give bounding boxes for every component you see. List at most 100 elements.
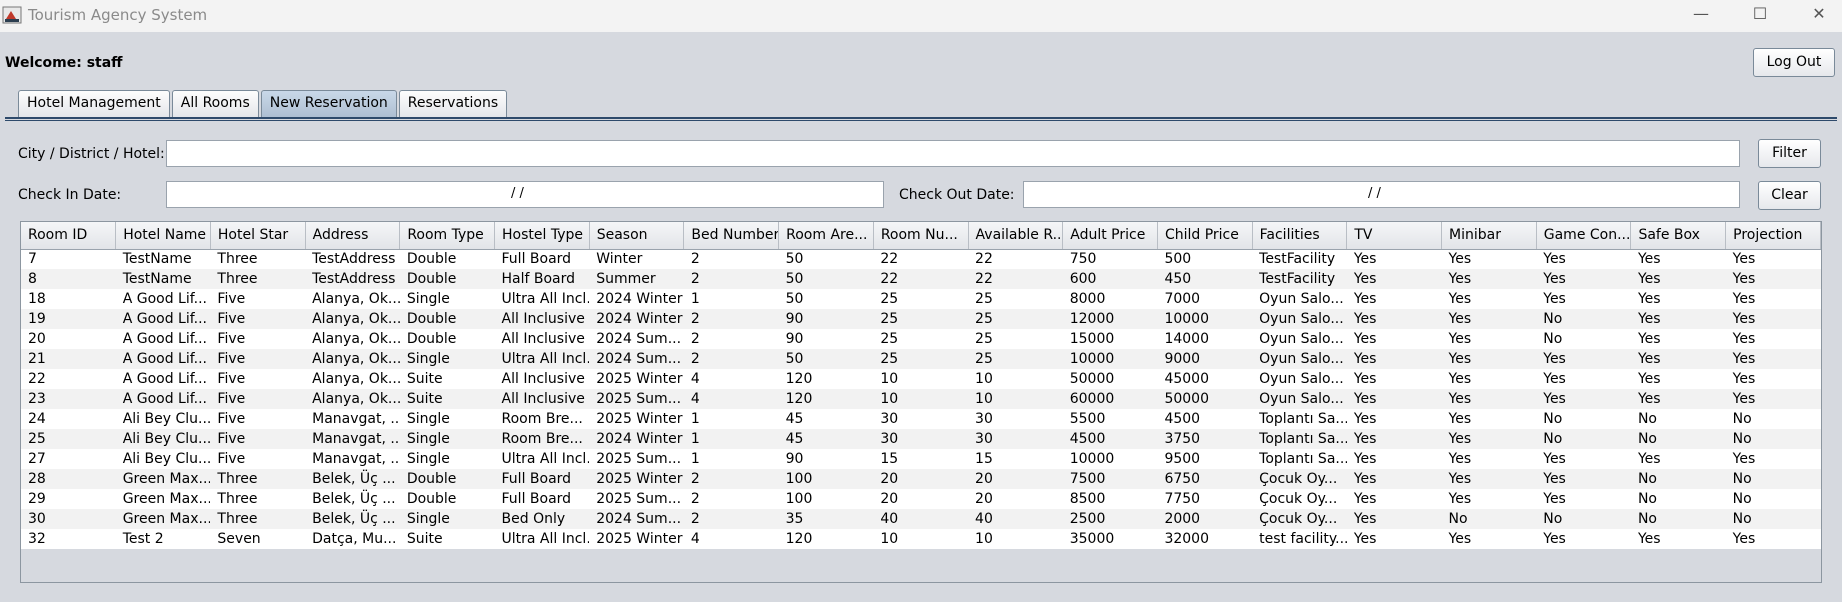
table-row[interactable]: 25 Ali Bey Clu... Five Manavgat, ... Single R…	[21, 429, 1821, 449]
column-header[interactable]: Address	[305, 222, 401, 250]
tab-new-reservation[interactable]: New Reservation	[260, 90, 397, 117]
table-cell: 22	[880, 251, 899, 268]
table-row[interactable]: 30 Green Max... Three Belek, Üç ... Single Be…	[21, 509, 1821, 529]
table-cell: 30	[880, 411, 899, 427]
tab-all-rooms[interactable]: All Rooms	[171, 90, 259, 117]
table-row[interactable]: 7 TestName Three TestAddress Double Full Boar…	[21, 249, 1821, 269]
table-cell: Yes	[1448, 531, 1472, 547]
table-cell: Yes	[1353, 391, 1377, 407]
close-button[interactable]: ✕	[1790, 0, 1842, 30]
table-cell: 7	[28, 251, 37, 268]
table-row[interactable]: 27 Ali Bey Clu... Five Manavgat, ... Single U…	[21, 449, 1821, 469]
table-cell: Çocuk Oy...	[1259, 511, 1338, 527]
checkout-label: Check Out Date:	[899, 187, 1015, 203]
column-header[interactable]: Available R...	[968, 222, 1064, 250]
table-row[interactable]: 21 A Good Lif... Five Alanya, Ok... Single Ul…	[21, 349, 1821, 369]
table-cell: Oyun Salo...	[1259, 291, 1344, 307]
filter-button[interactable]: Filter	[1758, 139, 1821, 168]
table-cell: Ali Bey Clu...	[122, 431, 211, 447]
table-cell: 90	[785, 451, 804, 467]
table-cell: Three	[217, 511, 258, 527]
table-cell: 450	[1164, 271, 1192, 287]
table-cell: Yes	[1353, 271, 1377, 287]
column-header[interactable]: Room Nu...	[873, 222, 969, 250]
table-cell: Yes	[1637, 531, 1661, 547]
table-row[interactable]: 23 A Good Lif... Five Alanya, Ok... Suite All…	[21, 389, 1821, 409]
table-cell: 2024 Winter	[596, 291, 683, 307]
rooms-table[interactable]: Room ID Hotel Name Hotel Star Address Room T…	[20, 221, 1822, 583]
table-cell: Yes	[1448, 291, 1472, 307]
table-cell: 9000	[1164, 351, 1201, 367]
table-cell: A Good Lif...	[122, 291, 207, 307]
column-header[interactable]: Projection	[1725, 222, 1821, 250]
table-cell: 50000	[1069, 371, 1115, 387]
table-cell: 10	[880, 531, 899, 547]
table-row[interactable]: 32 Test 2 Seven Datça, Mu... Suite Ultra All …	[21, 529, 1821, 549]
table-cell: Yes	[1353, 311, 1377, 327]
table-cell: No	[1732, 491, 1752, 507]
column-header[interactable]: Game Con...	[1536, 222, 1632, 250]
column-header[interactable]: Room Are...	[778, 222, 874, 250]
search-input[interactable]	[166, 140, 1740, 167]
column-header[interactable]: Facilities	[1252, 222, 1348, 250]
table-cell: Double	[406, 491, 457, 507]
welcome-label: Welcome: staff	[5, 55, 123, 71]
table-cell: Yes	[1543, 391, 1566, 407]
table-cell: No	[1543, 511, 1563, 527]
table-row[interactable]: 29 Green Max... Three Belek, Üç ... Double Fu…	[21, 489, 1821, 509]
table-cell: 25	[880, 351, 899, 367]
table-cell: No	[1543, 431, 1563, 447]
table-cell: 22	[975, 271, 993, 287]
table-cell: Ali Bey Clu...	[122, 411, 211, 427]
table-cell: 1	[690, 431, 700, 447]
column-header[interactable]: Room ID	[21, 222, 117, 250]
table-cell: 2	[690, 251, 700, 268]
table-cell: test facility...	[1259, 531, 1347, 547]
table-cell: Five	[217, 371, 246, 387]
table-cell: 2000	[1164, 511, 1201, 527]
table-cell: Yes	[1543, 371, 1566, 387]
table-row[interactable]: 22 A Good Lif... Five Alanya, Ok... Suite All…	[21, 369, 1821, 389]
maximize-button[interactable]: ☐	[1731, 0, 1789, 30]
column-header[interactable]: Hostel Type	[494, 222, 590, 250]
column-header[interactable]: Minibar	[1441, 222, 1537, 250]
table-row[interactable]: 18 A Good Lif... Five Alanya, Ok... Single Ul…	[21, 289, 1821, 309]
tab-reservations[interactable]: Reservations	[398, 90, 508, 117]
table-cell: 35	[785, 511, 804, 527]
column-header[interactable]: Hotel Name	[115, 222, 211, 250]
column-header[interactable]: Bed Number	[683, 222, 780, 250]
column-header[interactable]: Room Type	[399, 222, 496, 250]
column-header[interactable]: Hotel Star	[210, 222, 306, 250]
checkout-date-field[interactable]: / /	[1023, 181, 1740, 208]
column-header[interactable]: TV	[1346, 222, 1443, 250]
table-cell: 10	[880, 371, 899, 387]
minimize-button[interactable]: —	[1672, 0, 1730, 30]
table-cell: 2025 Winter	[596, 531, 683, 547]
minimize-icon: —	[1693, 4, 1709, 23]
table-row[interactable]: 8 TestName Three TestAddress Double Half Boar…	[21, 269, 1821, 289]
clear-button[interactable]: Clear	[1758, 181, 1821, 210]
table-row[interactable]: 19 A Good Lif... Five Alanya, Ok... Double Al…	[21, 309, 1821, 329]
table-cell: Yes	[1543, 351, 1566, 367]
table-cell: No	[1637, 471, 1657, 487]
tab-hotel-management[interactable]: Hotel Management	[18, 90, 170, 117]
table-cell: 120	[785, 391, 813, 407]
table-row[interactable]: 24 Ali Bey Clu... Five Manavgat, ... Single R…	[21, 409, 1821, 429]
table-cell: 32	[28, 531, 46, 547]
column-header[interactable]: Safe Box	[1630, 222, 1727, 250]
table-cell: Green Max...	[122, 471, 211, 487]
checkin-date-field[interactable]: / /	[166, 181, 884, 208]
table-cell: 100	[785, 491, 813, 507]
table-cell: 2	[690, 511, 700, 527]
logout-button[interactable]: Log Out	[1753, 48, 1835, 77]
table-cell: 750	[1069, 251, 1097, 268]
table-cell: Yes	[1637, 351, 1661, 367]
table-cell: No	[1732, 431, 1752, 447]
column-header[interactable]: Season	[589, 222, 685, 250]
column-header[interactable]: Child Price	[1157, 222, 1253, 250]
table-row[interactable]: 28 Green Max... Three Belek, Üç ... Double Fu…	[21, 469, 1821, 489]
table-cell: Manavgat, ...	[312, 451, 400, 467]
column-header[interactable]: Adult Price	[1062, 222, 1158, 250]
table-cell: Suite	[406, 531, 443, 547]
table-row[interactable]: 20 A Good Lif... Five Alanya, Ok... Double Al…	[21, 329, 1821, 349]
